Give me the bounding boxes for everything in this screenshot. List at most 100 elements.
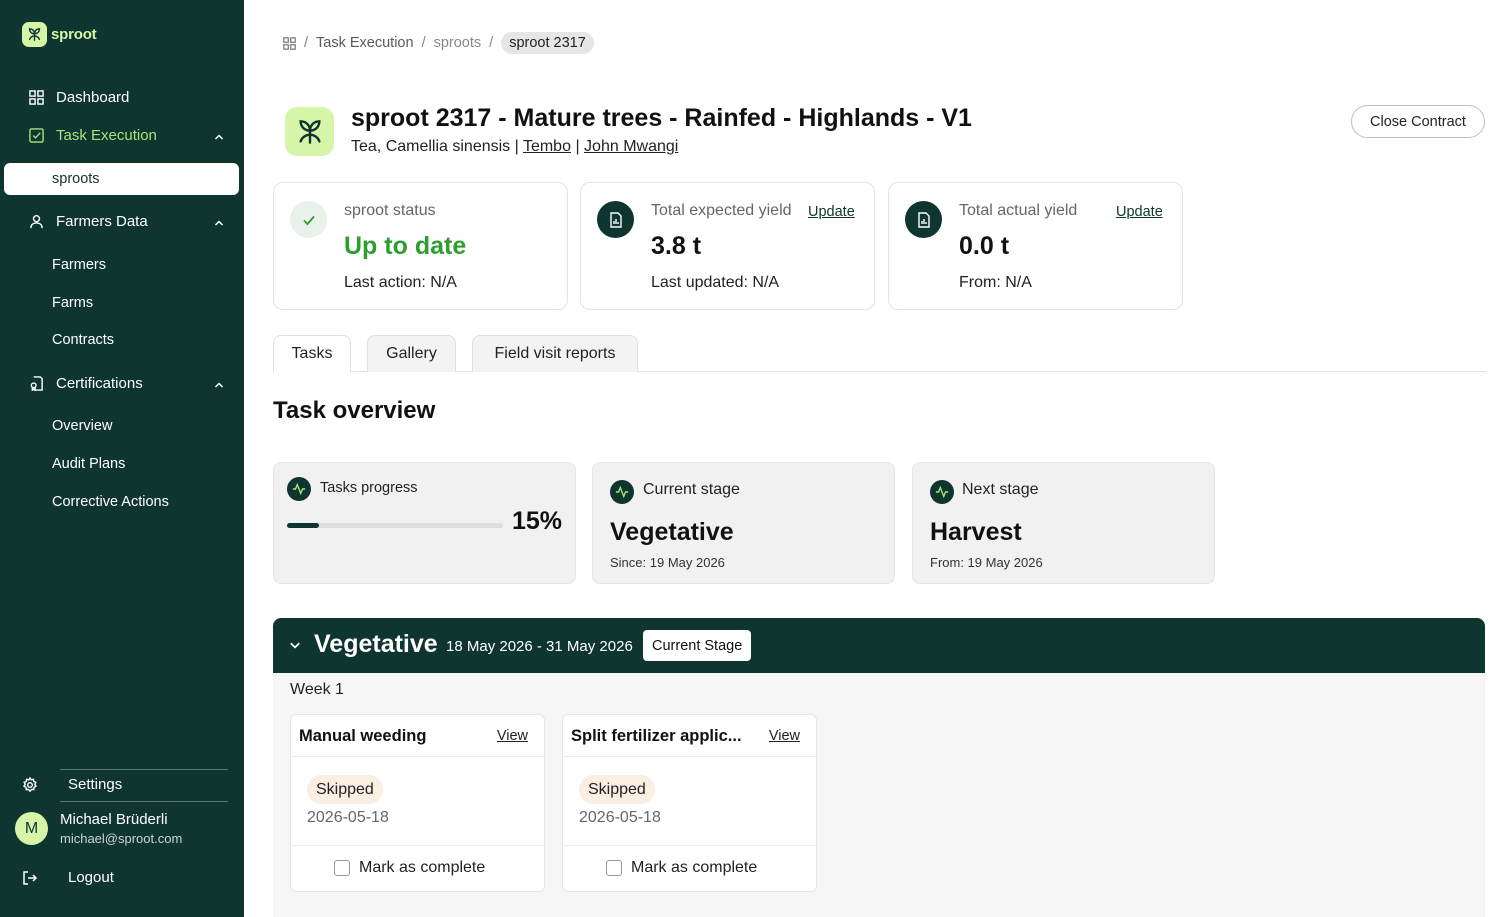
subtitle-separator: | <box>514 138 519 155</box>
expected-yield-card: Total expected yield Update 3.8 t Last u… <box>580 182 875 310</box>
breadcrumb-separator: / <box>489 35 494 51</box>
user-icon <box>28 214 44 230</box>
breadcrumb-sproots[interactable]: sproots <box>434 35 482 51</box>
task-card: Manual weeding View Skipped 2026-05-18 M… <box>290 714 545 892</box>
home-grid-icon[interactable] <box>283 36 296 50</box>
tasks-progress-bar <box>287 523 503 528</box>
ov-label: Next stage <box>962 481 1039 498</box>
dashboard-grid-icon <box>28 90 44 106</box>
sidebar-item-label: Settings <box>68 776 123 793</box>
farmer-link[interactable]: John Mwangi <box>584 138 678 155</box>
task-view-link[interactable]: View <box>497 728 528 744</box>
user-profile[interactable]: M Michael Brüderli michael@sproot.com <box>15 811 182 846</box>
ov-label: Current stage <box>643 481 740 498</box>
mark-complete-checkbox[interactable] <box>334 860 350 876</box>
sidebar-item-contracts[interactable]: Contracts <box>52 332 114 348</box>
sidebar-item-overview[interactable]: Overview <box>52 418 112 434</box>
sproot-status-card: sproot status Up to date Last action: N/… <box>273 182 568 310</box>
breadcrumb-task-execution[interactable]: Task Execution <box>316 35 414 51</box>
ov-sub: From: 19 May 2026 <box>930 555 1043 570</box>
task-view-link[interactable]: View <box>769 728 800 744</box>
close-contract-button[interactable]: Close Contract <box>1351 105 1485 138</box>
task-date: 2026-05-18 <box>307 809 389 826</box>
activity-icon <box>610 480 634 504</box>
actual-yield-card: Total actual yield Update 0.0 t From: N/… <box>888 182 1183 310</box>
stat-label: Total expected yield <box>651 202 792 219</box>
sidebar-item-audit-plans[interactable]: Audit Plans <box>52 456 125 472</box>
stat-sub: From: N/A <box>959 274 1032 291</box>
sproot-logo[interactable]: sproot <box>22 22 97 47</box>
update-expected-link[interactable]: Update <box>808 204 855 220</box>
tab-gallery[interactable]: Gallery <box>367 335 456 372</box>
stat-sub: Last action: N/A <box>344 274 457 291</box>
section-title: Task overview <box>273 397 436 424</box>
stage-name: Vegetative <box>314 630 438 658</box>
task-title: Manual weeding <box>299 727 427 745</box>
sidebar-item-task-execution[interactable]: Task Execution <box>28 127 224 144</box>
sidebar-item-label: Task Execution <box>56 127 157 144</box>
stat-value: 0.0 t <box>959 232 1010 260</box>
mark-complete-label: Mark as complete <box>631 859 758 876</box>
mark-complete[interactable]: Mark as complete <box>334 859 485 877</box>
chevron-up-icon[interactable] <box>214 380 224 390</box>
ov-label: Tasks progress <box>320 480 418 496</box>
mark-complete[interactable]: Mark as complete <box>606 859 757 877</box>
sidebar-item-sproots[interactable]: sproots <box>4 163 239 195</box>
sidebar-item-dashboard[interactable]: Dashboard <box>28 89 129 106</box>
divider <box>60 801 228 802</box>
page-subtitle: Tea, Camellia sinensis | Tembo | John Mw… <box>351 138 678 156</box>
ov-value: Harvest <box>930 518 1022 546</box>
sidebar-item-label: sproots <box>52 171 100 187</box>
task-card: Split fertilizer applic... View Skipped … <box>562 714 817 892</box>
sproot-leaf-icon <box>22 22 47 47</box>
tasks-progress-fill <box>287 523 320 528</box>
page-title: sproot 2317 - Mature trees - Rainfed - H… <box>351 104 972 132</box>
sidebar-item-farmers[interactable]: Farmers <box>52 257 106 273</box>
chevron-up-icon[interactable] <box>214 132 224 142</box>
tab-tasks[interactable]: Tasks <box>273 335 351 372</box>
current-stage-badge: Current Stage <box>643 630 752 661</box>
divider <box>60 769 228 770</box>
report-icon <box>905 201 942 238</box>
stat-sub: Last updated: N/A <box>651 274 780 291</box>
stat-label: sproot status <box>344 202 436 219</box>
sidebar-item-label: Dashboard <box>56 89 130 106</box>
sidebar-item-farms[interactable]: Farms <box>52 295 93 311</box>
ov-sub: Since: 19 May 2026 <box>610 555 725 570</box>
next-stage-card: Next stage Harvest From: 19 May 2026 <box>912 462 1215 584</box>
task-date: 2026-05-18 <box>579 809 661 826</box>
tasks-progress-card: Tasks progress 15% <box>273 462 576 584</box>
crop-name: Tea, Camellia sinensis <box>351 138 511 155</box>
location-link[interactable]: Tembo <box>523 138 571 155</box>
ov-value: Vegetative <box>610 518 734 546</box>
stage-dates: 18 May 2026 - 31 May 2026 <box>446 638 633 655</box>
divider <box>291 756 544 757</box>
sidebar-item-label: Logout <box>68 869 114 886</box>
sidebar-item-settings[interactable]: Settings <box>22 776 122 793</box>
sidebar-item-farmers-data[interactable]: Farmers Data <box>28 213 224 230</box>
avatar: M <box>15 812 48 845</box>
sidebar-item-corrective-actions[interactable]: Corrective Actions <box>52 494 169 510</box>
status-badge: Skipped <box>579 775 655 804</box>
current-stage-card: Current stage Vegetative Since: 19 May 2… <box>592 462 895 584</box>
subtitle-separator: | <box>575 138 580 155</box>
brand-name: sproot <box>51 26 97 43</box>
user-name: Michael Brüderli <box>60 811 168 828</box>
update-actual-link[interactable]: Update <box>1116 204 1163 220</box>
chevron-up-icon[interactable] <box>214 218 224 228</box>
mark-complete-checkbox[interactable] <box>606 860 622 876</box>
sidebar-item-certifications[interactable]: Certifications <box>28 375 224 392</box>
divider <box>563 756 816 757</box>
sidebar-item-label: Farmers Data <box>56 213 148 230</box>
stage-header[interactable]: Vegetative 18 May 2026 - 31 May 2026 Cur… <box>273 618 1485 673</box>
sidebar-item-logout[interactable]: Logout <box>22 869 114 886</box>
task-title: Split fertilizer applic... <box>571 727 742 745</box>
tab-field-visit-reports[interactable]: Field visit reports <box>472 335 638 372</box>
mark-complete-label: Mark as complete <box>359 859 486 876</box>
stat-value: Up to date <box>344 232 467 260</box>
divider <box>291 845 544 846</box>
stat-label: Total actual yield <box>959 202 1078 219</box>
chevron-down-icon[interactable] <box>289 639 301 651</box>
gear-icon <box>23 776 37 792</box>
sidebar-item-label: Certifications <box>56 375 143 392</box>
